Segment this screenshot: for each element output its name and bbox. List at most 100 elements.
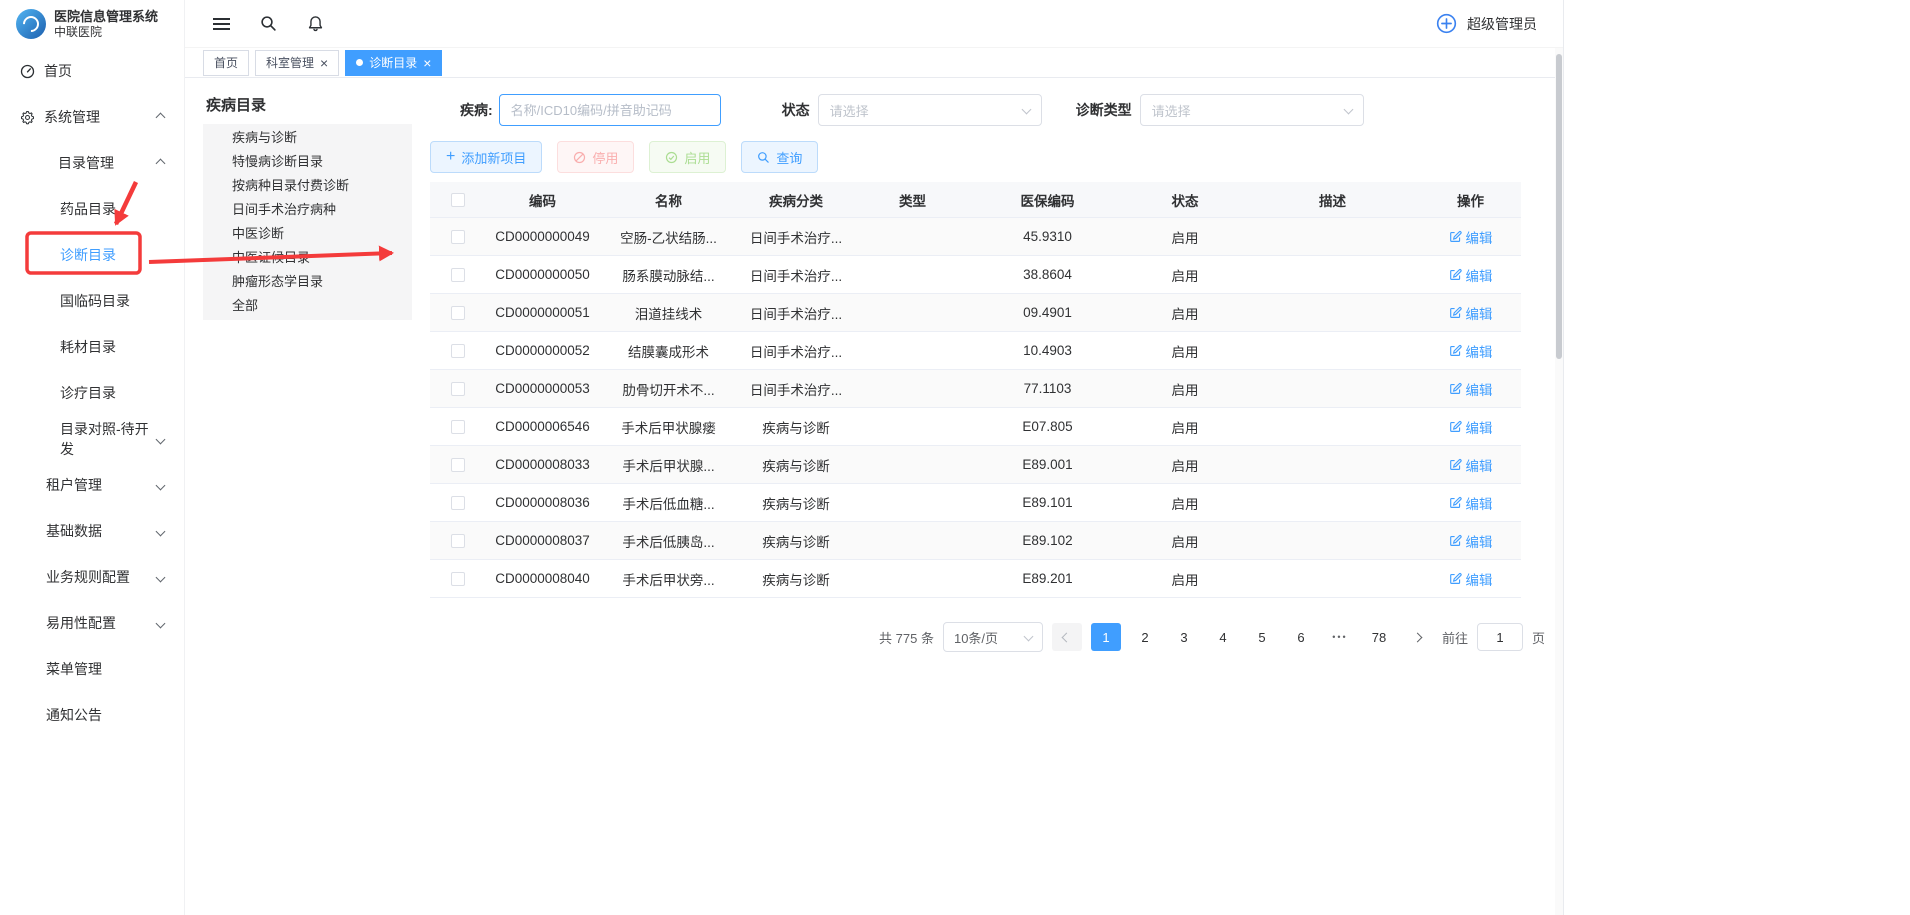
dashboard-icon (20, 64, 35, 79)
prev-page-button[interactable] (1052, 623, 1082, 651)
catalog-item[interactable]: 肿瘤形态学目录 (203, 270, 412, 294)
more-pages-button[interactable]: ••• (1325, 623, 1355, 651)
page-number-button[interactable]: 78 (1364, 623, 1394, 651)
bell-icon[interactable] (305, 14, 325, 34)
row-checkbox[interactable] (451, 572, 465, 586)
catalog-item[interactable]: 日间手术治疗病种 (203, 198, 412, 222)
chevron-down-icon (156, 480, 166, 490)
edit-button[interactable]: 编辑 (1449, 265, 1493, 285)
next-page-button[interactable] (1403, 623, 1433, 651)
page-number-button[interactable]: 2 (1130, 623, 1160, 651)
cell-insurance-code: 38.8604 (970, 256, 1125, 293)
edit-button[interactable]: 编辑 (1449, 303, 1493, 323)
edit-button[interactable]: 编辑 (1449, 569, 1493, 589)
edit-label: 编辑 (1466, 265, 1493, 285)
cell-insurance-code: 10.4903 (970, 332, 1125, 369)
sidebar-item-catalog-mgmt[interactable]: 目录管理 (0, 140, 184, 186)
disable-button[interactable]: 停用 (557, 141, 634, 173)
catalog-item[interactable]: 全部 (203, 294, 412, 318)
scrollbar-track[interactable] (1555, 48, 1563, 915)
page-number-button[interactable]: 1 (1091, 623, 1121, 651)
close-tab-icon[interactable]: × (423, 56, 431, 70)
close-tab-icon[interactable]: × (320, 56, 328, 70)
row-checkbox[interactable] (451, 420, 465, 434)
page-number-button[interactable]: 4 (1208, 623, 1238, 651)
cell-code: CD0000008037 (485, 522, 600, 559)
sidebar-item-tenant-mgmt[interactable]: 租户管理 (0, 462, 184, 508)
catalog-item[interactable]: 疾病与诊断 (203, 126, 412, 150)
sidebar-item-consumables-catalog[interactable]: 耗材目录 (0, 324, 184, 370)
cell-desc (1245, 446, 1420, 483)
sidebar-item-label: 基础数据 (46, 521, 102, 541)
sidebar-item-menu-mgmt[interactable]: 菜单管理 (0, 646, 184, 692)
row-checkbox[interactable] (451, 382, 465, 396)
edit-button[interactable]: 编辑 (1449, 341, 1493, 361)
search-icon[interactable] (258, 14, 278, 34)
sidebar-item-diagnosis-catalog[interactable]: 诊断目录 (0, 232, 184, 278)
row-checkbox[interactable] (451, 534, 465, 548)
edit-button[interactable]: 编辑 (1449, 455, 1493, 475)
query-button[interactable]: 查询 (741, 141, 818, 173)
catalog-item[interactable]: 中医证候目录 (203, 246, 412, 270)
sidebar-item-national-code-catalog[interactable]: 国临码目录 (0, 278, 184, 324)
user-menu[interactable]: 超级管理员 (1435, 12, 1537, 35)
cell-desc (1245, 522, 1420, 559)
catalog-item[interactable]: 特慢病诊断目录 (203, 150, 412, 174)
catalog-item[interactable]: 按病种目录付费诊断 (203, 174, 412, 198)
add-item-button[interactable]: + 添加新项目 (430, 141, 542, 173)
page-size-select[interactable]: 10条/页 (943, 622, 1043, 652)
row-checkbox[interactable] (451, 344, 465, 358)
catalog-item[interactable]: 中医诊断 (203, 222, 412, 246)
enable-button[interactable]: 启用 (649, 141, 726, 173)
diagnosis-type-select[interactable]: 请选择 (1140, 94, 1364, 126)
status-select[interactable]: 请选择 (818, 94, 1042, 126)
gear-icon (20, 110, 35, 125)
page-number-button[interactable]: 5 (1247, 623, 1277, 651)
sidebar-item-notice[interactable]: 通知公告 (0, 692, 184, 738)
edit-button[interactable]: 编辑 (1449, 379, 1493, 399)
button-label: 查询 (776, 148, 802, 167)
row-checkbox[interactable] (451, 496, 465, 510)
cell-status: 启用 (1125, 446, 1245, 483)
goto-page-input[interactable] (1477, 623, 1523, 651)
edit-button[interactable]: 编辑 (1449, 493, 1493, 513)
page-number-button[interactable]: 6 (1286, 623, 1316, 651)
sidebar-item-drug-catalog[interactable]: 药品目录 (0, 186, 184, 232)
edit-button[interactable]: 编辑 (1449, 417, 1493, 437)
edit-icon (1449, 572, 1462, 585)
logo-area: 医院信息管理系统 中联医院 (0, 0, 184, 48)
app-window: 医院信息管理系统 中联医院 首页 系统管理 目录管理 (0, 0, 1564, 915)
goto-suffix: 页 (1532, 628, 1545, 647)
tab-department-mgmt[interactable]: 科室管理 × (255, 50, 339, 76)
sidebar-item-treatment-catalog[interactable]: 诊疗目录 (0, 370, 184, 416)
row-checkbox[interactable] (451, 458, 465, 472)
sidebar-item-home[interactable]: 首页 (0, 48, 184, 94)
page-number-button[interactable]: 3 (1169, 623, 1199, 651)
table-row: CD0000000050 肠系膜动脉结... 日间手术治疗... 38.8604… (430, 256, 1521, 294)
sidebar-item-usability-config[interactable]: 易用性配置 (0, 600, 184, 646)
tab-home[interactable]: 首页 (203, 50, 249, 76)
edit-button[interactable]: 编辑 (1449, 227, 1493, 247)
status-filter-label: 状态 (782, 100, 810, 120)
chevron-down-icon (1343, 104, 1353, 114)
admin-name: 超级管理员 (1467, 14, 1537, 34)
sidebar-item-system-mgmt[interactable]: 系统管理 (0, 94, 184, 140)
row-checkbox[interactable] (451, 230, 465, 244)
tab-diagnosis-catalog[interactable]: 诊断目录 × (345, 50, 442, 76)
row-checkbox[interactable] (451, 306, 465, 320)
cell-category: 疾病与诊断 (737, 408, 855, 445)
row-checkbox[interactable] (451, 268, 465, 282)
cell-type (855, 446, 970, 483)
table-row: CD0000008036 手术后低血糖... 疾病与诊断 E89.101 启用 … (430, 484, 1521, 522)
edit-label: 编辑 (1466, 531, 1493, 551)
chevron-down-icon (156, 572, 166, 582)
cell-category: 日间手术治疗... (737, 332, 855, 369)
sidebar-item-business-rules[interactable]: 业务规则配置 (0, 554, 184, 600)
collapse-menu-icon[interactable] (211, 14, 231, 34)
sidebar-item-catalog-mapping[interactable]: 目录对照-待开发 (0, 416, 184, 462)
scrollbar-thumb[interactable] (1556, 54, 1562, 359)
edit-button[interactable]: 编辑 (1449, 531, 1493, 551)
disease-search-input[interactable] (499, 94, 721, 126)
select-all-checkbox[interactable] (451, 193, 465, 207)
sidebar-item-base-data[interactable]: 基础数据 (0, 508, 184, 554)
